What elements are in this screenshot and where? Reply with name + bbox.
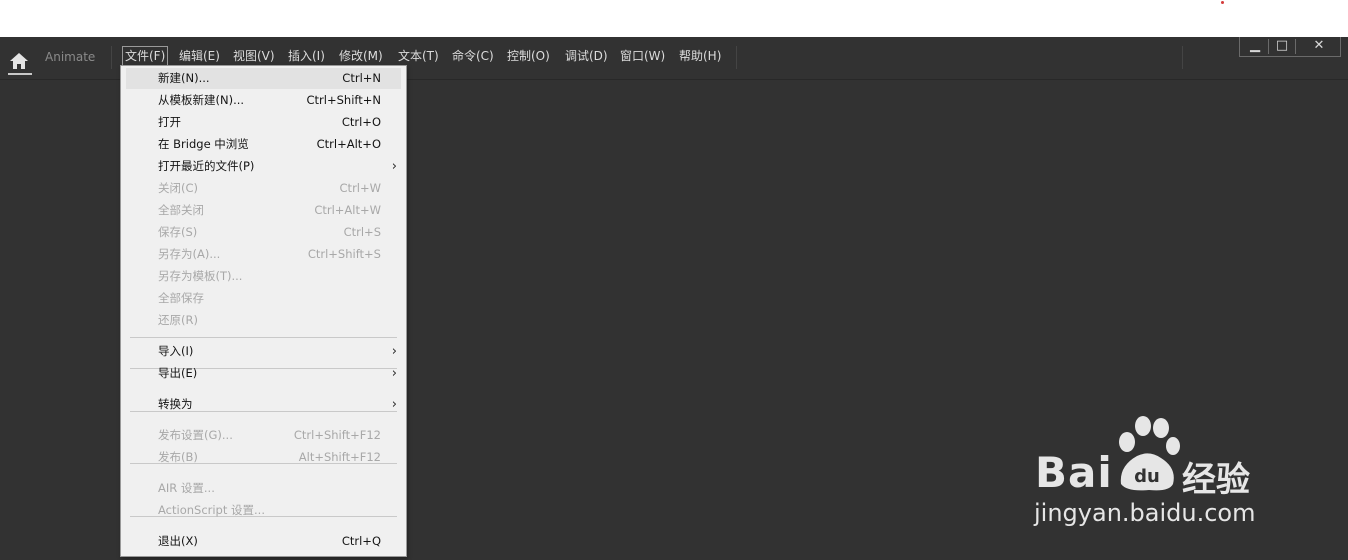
menu-item-shortcut: Ctrl+Q bbox=[341, 534, 381, 548]
chevron-right-icon: › bbox=[391, 159, 397, 174]
menubar-divider bbox=[736, 46, 737, 69]
file-menu-item[interactable]: 转换为 › bbox=[126, 394, 401, 415]
menu-0[interactable]: 文件(F) bbox=[122, 46, 169, 66]
menu-item-label: 打开 bbox=[158, 115, 181, 129]
minimize-button[interactable]: ▁ bbox=[1242, 37, 1268, 56]
file-menu-item: 还原(R) bbox=[126, 310, 401, 331]
menu-item-shortcut: Alt+Shift+F12 bbox=[298, 450, 381, 464]
menu-item-label: 还原(R) bbox=[158, 313, 198, 327]
top-white-strip bbox=[0, 0, 1348, 37]
file-menu-item: 全部关闭 Ctrl+Alt+W bbox=[126, 200, 401, 221]
menu-separator bbox=[130, 337, 397, 338]
menu-item-label: 转换为 bbox=[158, 397, 193, 411]
file-menu-item: 关闭(C) Ctrl+W bbox=[126, 178, 401, 199]
maximize-button[interactable]: □ bbox=[1269, 37, 1295, 56]
menu-item-label: 退出(X) bbox=[158, 534, 198, 548]
baidu-jingyan-watermark: du Bai 经验 jingyan.baidu.com bbox=[1030, 412, 1280, 532]
menu-item-label: 另存为模板(T)... bbox=[158, 269, 243, 283]
file-menu-item[interactable]: 退出(X) Ctrl+Q bbox=[126, 531, 401, 552]
menu-10[interactable]: 帮助(H) bbox=[677, 46, 723, 66]
menu-item-label: 从模板新建(N)... bbox=[158, 93, 245, 107]
watermark-cn: 经验 bbox=[1182, 460, 1250, 500]
menu-item-label: 关闭(C) bbox=[158, 181, 199, 195]
menubar-divider bbox=[1182, 46, 1183, 69]
file-menu-item: 发布设置(G)... Ctrl+Shift+F12 bbox=[126, 425, 401, 446]
file-menu-item: AIR 设置... bbox=[126, 478, 401, 499]
file-menu-item: ActionScript 设置... bbox=[126, 500, 401, 521]
menu-item-shortcut: Ctrl+S bbox=[343, 225, 381, 239]
menu-item-label: 全部关闭 bbox=[158, 203, 204, 217]
menu-5[interactable]: 文本(T) bbox=[396, 46, 441, 66]
menu-item-label: 打开最近的文件(P) bbox=[158, 159, 255, 173]
baidu-paw-icon: du bbox=[1119, 416, 1180, 491]
home-icon[interactable] bbox=[8, 50, 30, 72]
menu-item-label: 发布(B) bbox=[158, 450, 198, 464]
watermark-brand: Bai bbox=[1035, 448, 1113, 497]
file-menu-item[interactable]: 打开最近的文件(P) › bbox=[126, 156, 401, 177]
file-menu-item: 另存为(A)... Ctrl+Shift+S bbox=[126, 244, 401, 265]
menu-item-label: AIR 设置... bbox=[158, 481, 215, 495]
menu-item-label: ActionScript 设置... bbox=[158, 503, 265, 517]
file-menu-dropdown: 新建(N)... Ctrl+N 从模板新建(N)... Ctrl+Shift+N 打开 C… bbox=[120, 65, 407, 557]
menu-item-label: 发布设置(G)... bbox=[158, 428, 233, 442]
home-active-indicator bbox=[8, 73, 32, 75]
file-menu-item[interactable]: 打开 Ctrl+O bbox=[126, 112, 401, 133]
menu-4[interactable]: 修改(M) bbox=[337, 46, 385, 66]
menu-7[interactable]: 控制(O) bbox=[505, 46, 552, 66]
menu-item-label: 另存为(A)... bbox=[158, 247, 221, 261]
menu-2[interactable]: 视图(V) bbox=[231, 46, 277, 66]
file-menu-item[interactable]: 从模板新建(N)... Ctrl+Shift+N bbox=[126, 90, 401, 111]
file-menu-item: 发布(B) Alt+Shift+F12 bbox=[126, 447, 401, 468]
menu-item-shortcut: Ctrl+N bbox=[342, 71, 381, 85]
file-menu-item[interactable]: 新建(N)... Ctrl+N bbox=[126, 68, 401, 89]
window-controls: ▁ □ ✕ bbox=[1239, 37, 1341, 57]
menu-item-shortcut: Ctrl+W bbox=[339, 181, 381, 195]
menu-8[interactable]: 调试(D) bbox=[563, 46, 610, 66]
file-menu-item: 保存(S) Ctrl+S bbox=[126, 222, 401, 243]
file-menu-item: 全部保存 bbox=[126, 288, 401, 309]
file-menu-item[interactable]: 导入(I) › bbox=[126, 341, 401, 362]
chevron-right-icon: › bbox=[391, 397, 397, 412]
app-name-label: Animate bbox=[45, 50, 96, 64]
chevron-right-icon: › bbox=[391, 344, 397, 359]
file-menu-item[interactable]: 在 Bridge 中浏览 Ctrl+Alt+O bbox=[126, 134, 401, 155]
menu-item-label: 新建(N)... bbox=[158, 71, 210, 85]
menu-item-label: 在 Bridge 中浏览 bbox=[158, 137, 249, 151]
menu-3[interactable]: 插入(I) bbox=[286, 46, 327, 66]
menu-item-shortcut: Ctrl+O bbox=[341, 115, 381, 129]
file-menu-item: 另存为模板(T)... bbox=[126, 266, 401, 287]
menubar-divider bbox=[111, 46, 112, 69]
watermark-url: jingyan.baidu.com bbox=[1034, 499, 1256, 527]
paw-text: du bbox=[1134, 466, 1160, 487]
chevron-right-icon: › bbox=[391, 366, 397, 381]
menu-item-shortcut: Ctrl+Shift+F12 bbox=[293, 428, 381, 442]
menu-item-shortcut: Ctrl+Alt+O bbox=[316, 137, 381, 151]
menu-item-label: 导入(I) bbox=[158, 344, 194, 358]
menu-item-shortcut: Ctrl+Alt+W bbox=[314, 203, 381, 217]
menu-9[interactable]: 窗口(W) bbox=[618, 46, 667, 66]
menu-item-label: 全部保存 bbox=[158, 291, 204, 305]
menu-item-shortcut: Ctrl+Shift+S bbox=[307, 247, 381, 261]
menu-item-shortcut: Ctrl+Shift+N bbox=[306, 93, 381, 107]
menu-item-label: 导出(E) bbox=[158, 366, 198, 380]
menu-1[interactable]: 编辑(E) bbox=[177, 46, 222, 66]
close-button[interactable]: ✕ bbox=[1296, 37, 1342, 56]
red-dot-mark bbox=[1221, 1, 1224, 4]
file-menu-item[interactable]: 导出(E) › bbox=[126, 363, 401, 384]
menu-item-label: 保存(S) bbox=[158, 225, 198, 239]
menu-6[interactable]: 命令(C) bbox=[450, 46, 496, 66]
